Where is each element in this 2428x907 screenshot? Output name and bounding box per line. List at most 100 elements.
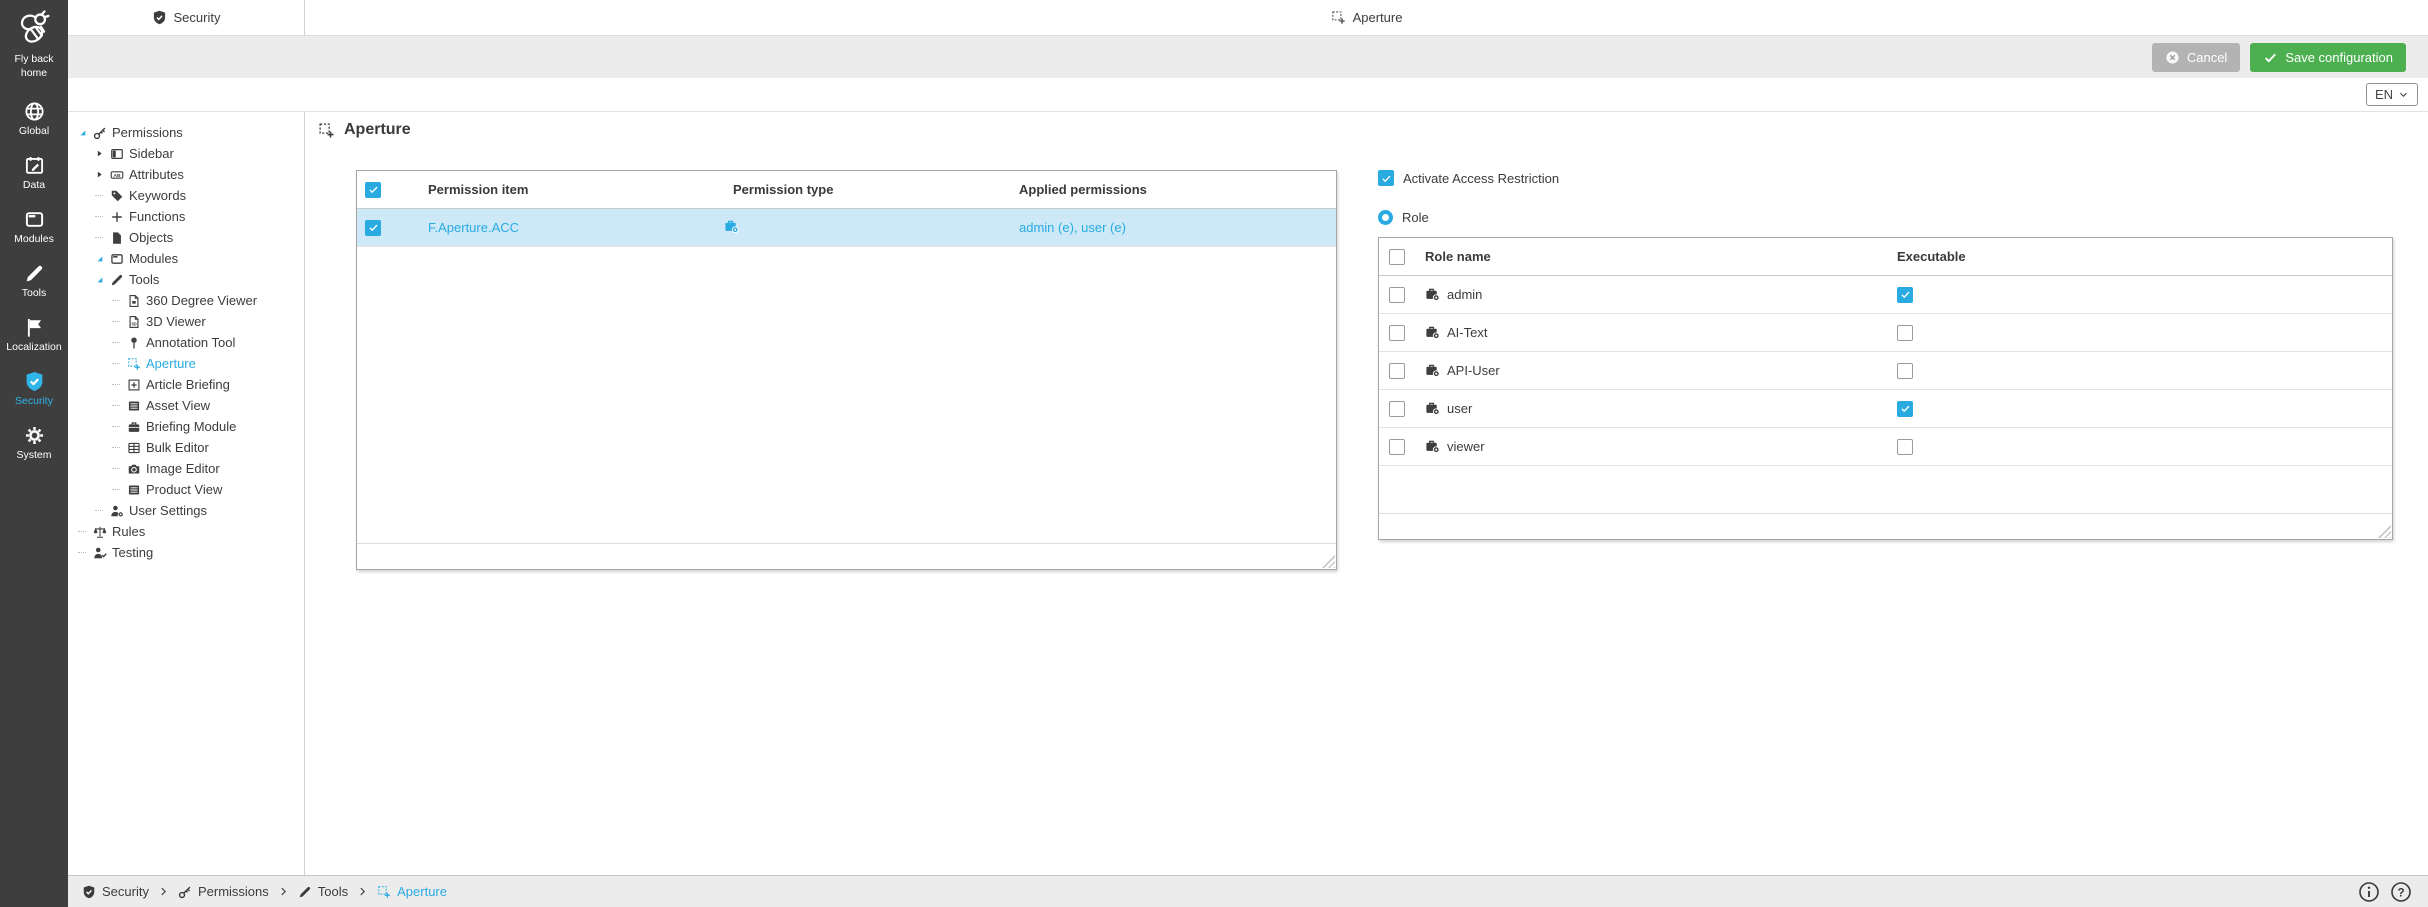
role-row-checkbox[interactable]: [1389, 363, 1405, 379]
role-executable-checkbox[interactable]: [1897, 325, 1913, 341]
resize-grip[interactable]: [2376, 523, 2391, 538]
sidebar-item-label: System: [16, 449, 51, 461]
tree-item-tools[interactable]: Tools: [68, 269, 304, 290]
list-icon: [127, 399, 141, 413]
language-dropdown[interactable]: EN: [2366, 83, 2418, 106]
tree-item-product-view[interactable]: Product View: [68, 479, 304, 500]
breadcrumb-tools[interactable]: Tools: [298, 884, 348, 899]
tree-item-sidebar[interactable]: Sidebar: [68, 143, 304, 164]
tree-item-label: 360 Degree Viewer: [146, 293, 257, 308]
tree-item-keywords[interactable]: Keywords: [68, 185, 304, 206]
permission-item-header: Permission item: [407, 182, 712, 197]
breadcrumb-permissions[interactable]: Permissions: [178, 884, 269, 899]
role-row-user[interactable]: user: [1379, 390, 2392, 428]
tab-aperture[interactable]: Aperture: [1331, 10, 1403, 25]
role-name: AI-Text: [1447, 325, 1487, 340]
activate-access-restriction-row[interactable]: Activate Access Restriction: [1378, 170, 2393, 186]
tree-item-label: Objects: [129, 230, 173, 245]
cancel-button[interactable]: Cancel: [2152, 43, 2240, 72]
role-radio-row[interactable]: Role: [1378, 210, 2393, 225]
tab-bar: Aperture: [305, 0, 2428, 35]
sidebar-item-data[interactable]: Data: [0, 146, 68, 200]
expand-arrow-icon[interactable]: [93, 170, 105, 179]
tree-item-aperture[interactable]: Aperture: [68, 353, 304, 374]
tree-item-rules[interactable]: Rules: [68, 521, 304, 542]
resize-grip[interactable]: [1320, 553, 1335, 568]
permission-select-all-checkbox[interactable]: [365, 182, 381, 198]
access-restriction-panel: Activate Access Restriction Role Role na…: [1378, 170, 2393, 570]
save-configuration-button[interactable]: Save configuration: [2250, 43, 2406, 72]
user-gear-icon: [110, 504, 124, 518]
sidebar-item-label: Modules: [14, 233, 54, 245]
role-row-checkbox[interactable]: [1389, 401, 1405, 417]
role-icon: [1425, 363, 1440, 378]
role-row-checkbox[interactable]: [1389, 439, 1405, 455]
left-panel-tab-security[interactable]: Security: [68, 0, 305, 35]
fly-back-home-button[interactable]: Fly back home: [6, 0, 62, 80]
role-row-checkbox[interactable]: [1389, 287, 1405, 303]
security-icon: [82, 885, 96, 899]
tree-item-functions[interactable]: Functions: [68, 206, 304, 227]
left-panel-title: Security: [174, 10, 221, 25]
breadcrumb-security[interactable]: Security: [82, 884, 149, 899]
tree-connector: [110, 468, 122, 469]
permission-row[interactable]: F.Aperture.ACCadmin (e), user (e): [357, 209, 1336, 247]
info-icon[interactable]: [2358, 881, 2380, 903]
help-icon[interactable]: ?: [2390, 881, 2412, 903]
expand-arrow-icon[interactable]: [93, 149, 105, 158]
tree-item-article-briefing[interactable]: Article Briefing: [68, 374, 304, 395]
activate-access-restriction-checkbox[interactable]: [1378, 170, 1394, 186]
tree-item-briefing-module[interactable]: Briefing Module: [68, 416, 304, 437]
tag-icon: [110, 189, 124, 203]
data-icon: [24, 155, 45, 176]
sidebar-item-security[interactable]: Security: [0, 362, 68, 416]
tree-item-label: Sidebar: [129, 146, 174, 161]
tree-item-objects[interactable]: Objects: [68, 227, 304, 248]
pin-icon: [127, 336, 141, 350]
role-row-checkbox[interactable]: [1389, 325, 1405, 341]
role-row-admin[interactable]: admin: [1379, 276, 2392, 314]
collapse-arrow-icon[interactable]: [93, 254, 105, 263]
page-title: Aperture: [344, 121, 411, 139]
role-row-ai-text[interactable]: AI-Text: [1379, 314, 2392, 352]
camera-icon: [127, 462, 141, 476]
role-executable-checkbox[interactable]: [1897, 439, 1913, 455]
tree-item-asset-view[interactable]: Asset View: [68, 395, 304, 416]
role-executable-checkbox[interactable]: [1897, 287, 1913, 303]
tree-item-modules[interactable]: Modules: [68, 248, 304, 269]
tree-item-permissions[interactable]: Permissions: [68, 122, 304, 143]
role-row-viewer[interactable]: viewer: [1379, 428, 2392, 466]
role-executable-checkbox[interactable]: [1897, 401, 1913, 417]
permission-row-checkbox[interactable]: [365, 220, 381, 236]
chevron-down-icon: [2398, 89, 2409, 100]
sidebar-item-modules[interactable]: Modules: [0, 200, 68, 254]
collapse-arrow-icon[interactable]: [76, 128, 88, 137]
app-root: Fly back home GlobalDataModulesToolsLoca…: [0, 0, 2428, 907]
tree-item-360-degree-viewer[interactable]: 360 Degree Viewer: [68, 290, 304, 311]
fly-back-home-label: Fly back home: [6, 52, 62, 80]
role-select-all-checkbox[interactable]: [1389, 249, 1405, 265]
sidebar-item-label: Tools: [22, 287, 47, 299]
tree-item-testing[interactable]: Testing: [68, 542, 304, 563]
tree-item-label: Bulk Editor: [146, 440, 209, 455]
breadcrumb-aperture[interactable]: Aperture: [377, 884, 447, 899]
tree-connector: [110, 384, 122, 385]
tree-item-label: Annotation Tool: [146, 335, 235, 350]
collapse-arrow-icon[interactable]: [93, 275, 105, 284]
tree-item-bulk-editor[interactable]: Bulk Editor: [68, 437, 304, 458]
role-executable-checkbox[interactable]: [1897, 363, 1913, 379]
tree-item-annotation-tool[interactable]: Annotation Tool: [68, 332, 304, 353]
role-radio-button[interactable]: [1378, 210, 1393, 225]
tree-item-3d-viewer[interactable]: 3D3D Viewer: [68, 311, 304, 332]
sidebar-item-localization[interactable]: Localization: [0, 308, 68, 362]
tree-item-image-editor[interactable]: Image Editor: [68, 458, 304, 479]
tree-item-attributes[interactable]: ABAttributes: [68, 164, 304, 185]
sidebar-item-system[interactable]: System: [0, 416, 68, 470]
tree-connector: [76, 531, 88, 532]
sidebar-item-tools[interactable]: Tools: [0, 254, 68, 308]
role-row-api-user[interactable]: API-User: [1379, 352, 2392, 390]
tree-item-user-settings[interactable]: User Settings: [68, 500, 304, 521]
sidebar-item-global[interactable]: Global: [0, 92, 68, 146]
permission-item-value: F.Aperture.ACC: [428, 220, 519, 235]
tree-connector: [110, 321, 122, 322]
